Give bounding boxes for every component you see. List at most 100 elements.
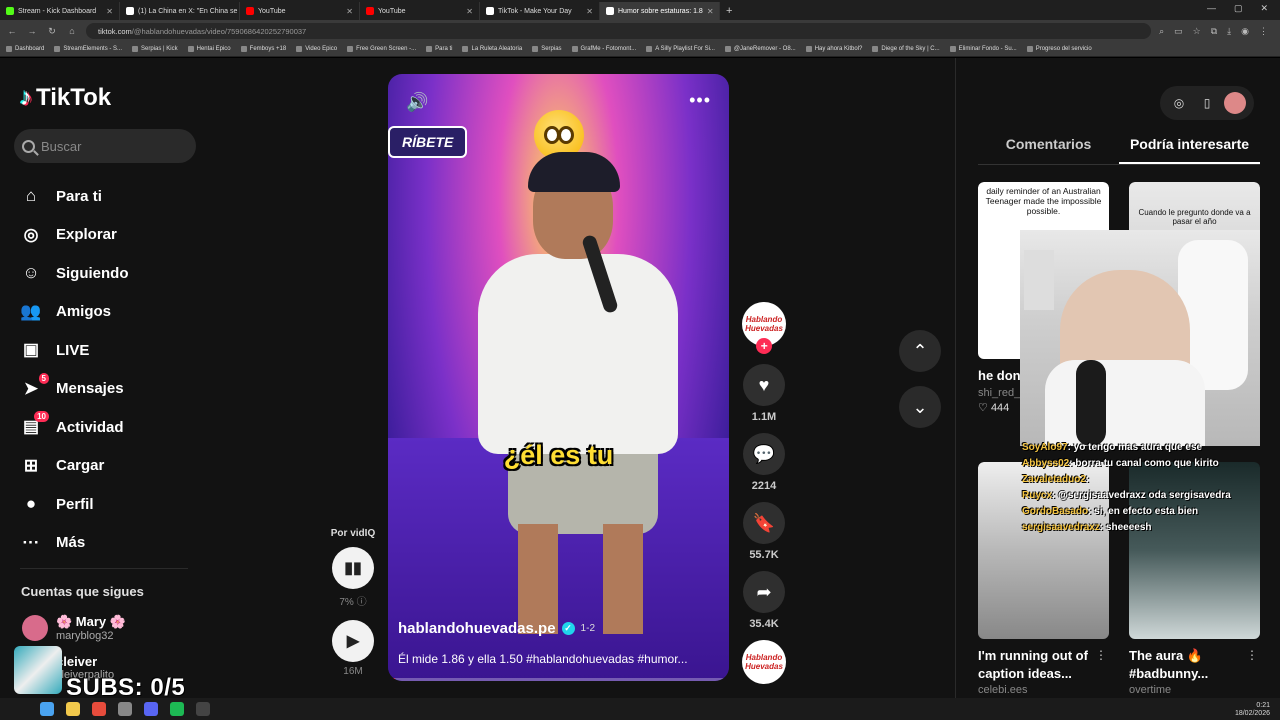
bookmark-item[interactable]: Free Green Screen -... — [347, 46, 416, 52]
spotify-icon[interactable] — [170, 702, 184, 716]
chat-message: Ruycx: @sergisaavedraxz oda sergisavedra — [1022, 490, 1262, 501]
share-icon[interactable]: ➦ — [743, 571, 785, 613]
bookmark-item[interactable]: La Ruleta Aleatoria — [462, 46, 522, 52]
bookmark-item[interactable]: Eliminar Fondo - Su... — [949, 46, 1017, 52]
user-avatar[interactable] — [1224, 92, 1246, 114]
profile-avatar-icon[interactable]: ◉ — [1241, 26, 1249, 37]
volume-icon[interactable]: 🔊 — [406, 92, 428, 113]
bookmark-item[interactable]: GrafMe - Fotomont... — [571, 46, 636, 52]
obs-icon[interactable] — [196, 702, 210, 716]
video-player[interactable]: RÍBETE ¿él es tu 🔊 ••• hablandohuevadas.… — [388, 74, 729, 681]
video-description[interactable]: Él mide 1.86 y ella 1.50 #hablandohuevad… — [398, 652, 718, 666]
bookmark-item[interactable]: Serpias — [532, 46, 562, 52]
more-options-icon[interactable]: ••• — [689, 90, 711, 111]
home-button-icon[interactable]: ⌂ — [66, 26, 78, 36]
back-icon[interactable]: ← — [6, 26, 18, 36]
tab-close-icon[interactable]: ✕ — [466, 7, 473, 16]
bookmark-item[interactable]: Progreso del servicio — [1026, 46, 1092, 52]
sidebar-item-para-ti[interactable]: ⌂ Para ti — [20, 177, 129, 216]
browser-tab[interactable]: YouTube ✕ — [360, 2, 480, 20]
sidebar-item-más[interactable]: ··· Más — [20, 524, 129, 563]
vidiq-stats-button[interactable]: ▮▮ — [332, 547, 374, 589]
info-icon[interactable]: ⓘ — [357, 597, 367, 608]
extensions-icon[interactable]: ⧉ — [1211, 26, 1217, 37]
minimize-button[interactable]: — — [1207, 3, 1216, 14]
video-author[interactable]: hablandohuevadas.pe ✓ 1-2 — [398, 620, 595, 637]
bookmark-item[interactable]: Diege of the Sky | C... — [872, 46, 940, 52]
video-progress-bar[interactable] — [388, 678, 729, 681]
browser-tab[interactable]: Stream - Kick Dashboard ✕ — [0, 2, 120, 20]
bookmark-label: Video Epico — [305, 46, 338, 52]
reload-icon[interactable]: ↻ — [46, 26, 58, 37]
sidebar-item-siguiendo[interactable]: ☺ Siguiendo — [20, 254, 128, 293]
bookmark-item[interactable]: Femboys +18 — [240, 46, 286, 52]
compass-icon: ◎ — [23, 224, 39, 244]
forward-icon[interactable]: → — [26, 26, 38, 36]
play-icon[interactable]: ▶ — [332, 620, 374, 662]
start-icon[interactable] — [40, 702, 54, 716]
explore-compass-icon[interactable]: ◎ — [1168, 92, 1190, 114]
bookmark-icon[interactable]: 🔖 — [743, 502, 785, 544]
sidebar-item-live[interactable]: ▣ LIVE — [20, 331, 129, 370]
previous-video-chevron-up-icon[interactable]: ⌃ — [899, 330, 941, 372]
comment-icon[interactable]: 💬 — [743, 433, 785, 475]
like-heart-icon[interactable]: ♥ — [743, 364, 785, 406]
thumbnail-text: Cuando le pregunto donde va a pasar el a… — [1138, 208, 1251, 226]
like-count: 1.1M — [751, 411, 777, 423]
tab-comments[interactable]: Comentarios — [978, 126, 1119, 164]
sidebar-item-label: LIVE — [56, 341, 90, 359]
tiktok-logo[interactable]: ♪ TikTok — [20, 84, 111, 112]
activity-icon: ▤ 10 — [20, 411, 49, 438]
browser-tab[interactable]: YouTube ✕ — [240, 2, 360, 20]
browser-tab[interactable]: (1) La China en X: "En China se✕ — [120, 2, 240, 20]
new-tab-button[interactable]: + — [720, 2, 738, 20]
card-more-icon[interactable]: ⋮ — [1246, 648, 1258, 662]
bookmark-label: A Silly Playlist For Si... — [655, 46, 715, 52]
sound-disc-avatar[interactable]: Hablando Huevadas — [742, 640, 786, 684]
bookmark-item[interactable]: Hentai Epico — [187, 46, 231, 52]
folder-icon[interactable] — [66, 702, 80, 716]
url-input[interactable]: tiktok.com/@hablandohuevadas/video/75906… — [86, 23, 1152, 39]
bookmark-item[interactable]: Dashboard — [6, 46, 44, 52]
tab-close-icon[interactable]: ✕ — [707, 7, 714, 16]
downloads-icon[interactable]: ⤓ — [1227, 26, 1231, 37]
sidebar-item-explorar[interactable]: ◎ Explorar — [20, 216, 129, 255]
card-more-icon[interactable]: ⋮ — [1095, 648, 1107, 662]
bookmark-item[interactable]: A Silly Playlist For Si... — [646, 46, 715, 52]
search-icon — [22, 139, 35, 153]
sidebar-item-cargar[interactable]: ⊞ Cargar — [20, 447, 129, 486]
sidebar-item-amigos[interactable]: 👥 Amigos — [20, 293, 129, 332]
browser-tab[interactable]: Humor sobre estaturas: 1.8 ✕ — [600, 2, 720, 20]
tab-close-icon[interactable]: ✕ — [346, 7, 353, 16]
system-tray-clock[interactable]: 0:21 18/02/2026 — [1235, 702, 1270, 718]
zoom-icon[interactable]: ⌕ — [1159, 26, 1164, 37]
bookmark-item[interactable]: @JaneRemover - O8... — [724, 46, 796, 52]
bookmark-item[interactable]: Serpias | Kick — [132, 46, 178, 52]
device-icon[interactable]: ▯ — [1196, 92, 1218, 114]
tab-close-icon[interactable]: ✕ — [586, 7, 593, 16]
bookmark-star-icon[interactable]: ☆ — [1193, 26, 1201, 37]
followed-account[interactable]: 🌸 Mary 🌸 maryblog32 — [22, 614, 126, 642]
sidebar-item-mensajes[interactable]: ➤ 5 Mensajes — [20, 370, 129, 409]
bookmark-item[interactable]: Hay ahora Kitbol? — [805, 46, 862, 52]
author-avatar[interactable]: Hablando Huevadas + — [742, 302, 786, 354]
browser-tab[interactable]: TikTok - Make Your Day ✕ — [480, 2, 600, 20]
maximize-button[interactable]: ▢ — [1234, 3, 1243, 14]
close-window-button[interactable]: ✕ — [1260, 3, 1268, 14]
browser-menu-icon[interactable]: ⋮ — [1259, 26, 1268, 37]
bookmark-item[interactable]: StreamElements - S... — [54, 46, 122, 52]
tab-suggested[interactable]: Podría interesarte — [1119, 126, 1260, 164]
tab-close-icon[interactable]: ✕ — [106, 7, 113, 16]
next-video-chevron-down-icon[interactable]: ⌄ — [899, 386, 941, 428]
discord-icon[interactable] — [144, 702, 158, 716]
sidebar-item-perfil[interactable]: ● Perfil — [20, 485, 129, 524]
chat-username: GordoBasado — [1022, 506, 1089, 517]
cast-icon[interactable]: ▭ — [1174, 26, 1183, 37]
bookmark-item[interactable]: Para ti — [426, 46, 452, 52]
chrome-icon[interactable] — [92, 702, 106, 716]
app-icon[interactable] — [118, 702, 132, 716]
bookmark-item[interactable]: Video Epico — [296, 46, 337, 52]
search-input[interactable]: Buscar — [14, 129, 196, 163]
sidebar-item-actividad[interactable]: ▤ 10 Actividad — [20, 408, 129, 447]
follow-plus-icon[interactable]: + — [756, 338, 772, 354]
